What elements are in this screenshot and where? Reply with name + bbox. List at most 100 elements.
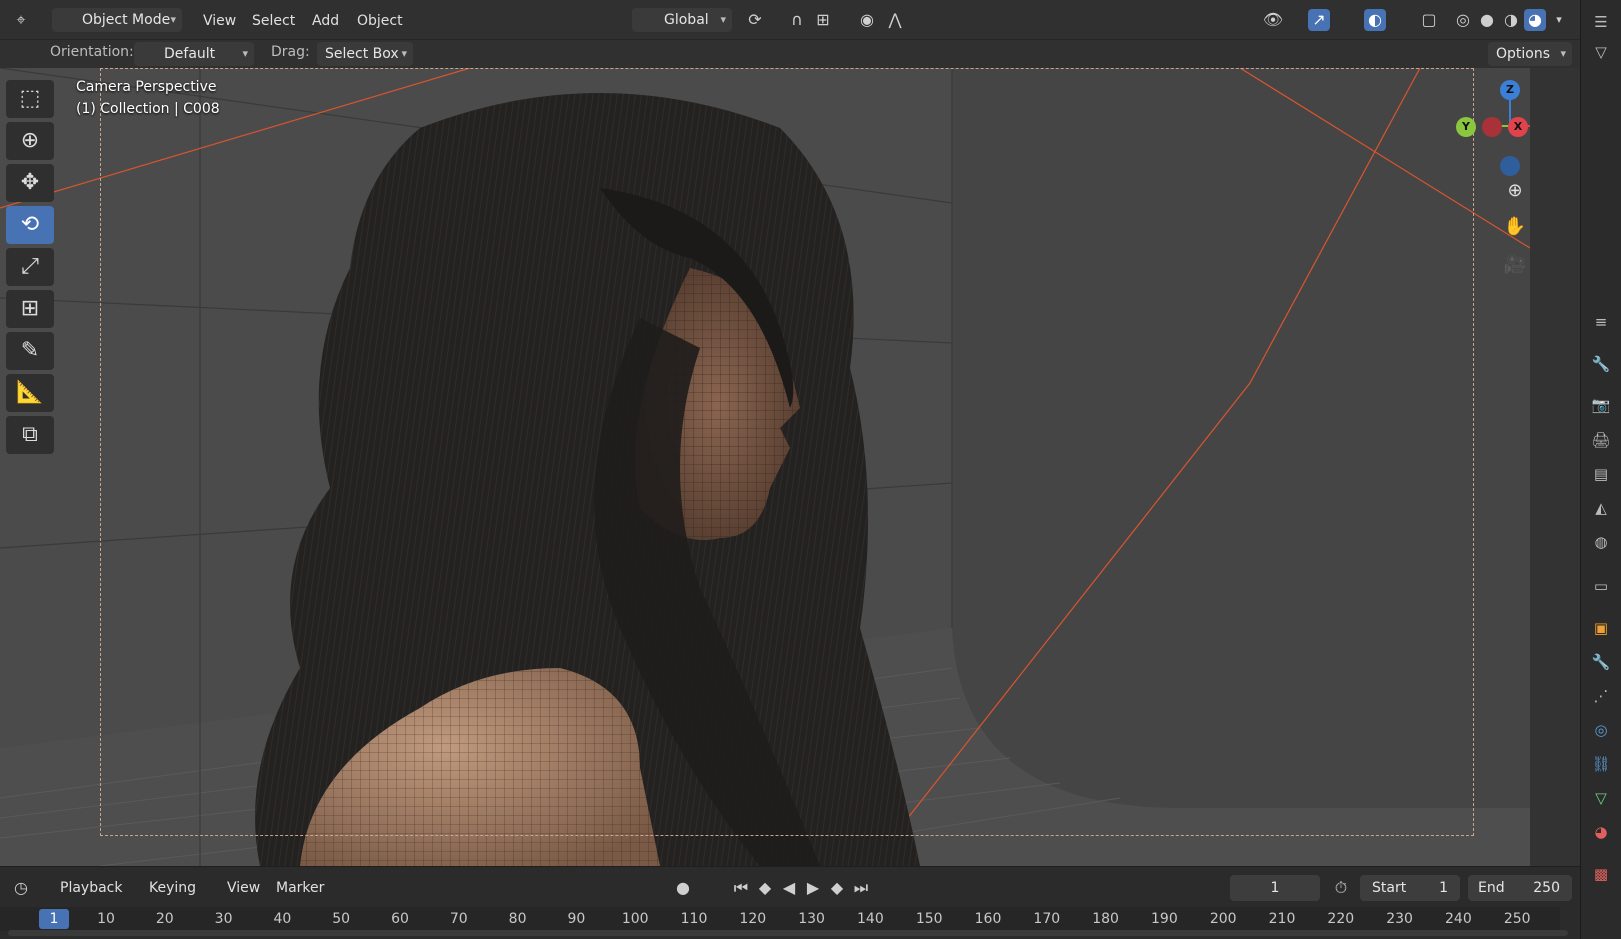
jump-end-icon[interactable]: ⏭	[850, 877, 872, 899]
options-dropdown[interactable]: Options ▾	[1488, 42, 1572, 66]
ruler-tick: 170	[1033, 911, 1061, 927]
gizmo-x-label: X	[1513, 120, 1523, 133]
jump-start-icon[interactable]: ⏮	[730, 877, 752, 899]
play-icon[interactable]: ▶	[802, 877, 824, 899]
tool-shelf: ⬚ ⊕ ✥ ⟲ ⤢ ⊞ ✎ 📐 ⧉	[6, 80, 54, 458]
render-tab-icon[interactable]: 📷	[1589, 393, 1613, 417]
editor-type-icon[interactable]: ◷	[10, 877, 32, 899]
physics-tab-icon[interactable]: ◎	[1589, 718, 1613, 742]
menu-keying[interactable]: Keying	[149, 877, 196, 899]
move-tool-icon[interactable]: ✥	[6, 164, 54, 202]
play-reverse-icon[interactable]: ◀	[778, 877, 800, 899]
view-layer-tab-icon[interactable]: ▤	[1589, 462, 1613, 486]
select-box-tool-icon[interactable]: ⬚	[6, 80, 54, 118]
material-tab-icon[interactable]: ◕	[1589, 820, 1613, 844]
timeline-scrollbar[interactable]	[8, 930, 1568, 936]
object-tab-icon[interactable]: ▣	[1589, 616, 1613, 640]
modifier-tab-icon[interactable]: 🔧	[1589, 650, 1613, 674]
camera-view-icon[interactable]: 🎥	[1500, 250, 1530, 280]
ruler-tick: 160	[974, 911, 1002, 927]
pan-hand-icon[interactable]: ✋	[1500, 212, 1530, 242]
ruler-tick: 60	[391, 911, 409, 927]
measure-tool-icon[interactable]: 📐	[6, 374, 54, 412]
current-frame-field[interactable]: 1	[1230, 875, 1320, 901]
wireframe-shading-icon[interactable]: ◎	[1452, 9, 1474, 31]
falloff-icon[interactable]: ⋀	[884, 9, 906, 31]
menu-select[interactable]: Select	[252, 10, 295, 32]
prev-keyframe-icon[interactable]: ◆	[754, 877, 776, 899]
gizmo-y-label: Y	[1462, 120, 1470, 133]
gizmo-toggle-icon[interactable]: ↗	[1308, 9, 1330, 31]
scene-tab-icon[interactable]: ◭	[1589, 496, 1613, 520]
gizmo-z-axis[interactable]: Z	[1500, 80, 1520, 100]
properties-editor-icon[interactable]: ≡	[1589, 310, 1613, 334]
tool-settings-bar: Orientation: Default ▾ Drag: Select Box …	[0, 40, 1580, 68]
ruler-tick: 90	[567, 911, 586, 927]
filter-icon[interactable]: ▽	[1589, 40, 1613, 64]
ruler-tick: 250	[1503, 911, 1531, 927]
editor-type-icon[interactable]: ⌖	[10, 9, 32, 31]
end-frame-field[interactable]: End 250	[1468, 875, 1572, 901]
pivot-point-icon[interactable]: ⟳	[744, 9, 766, 31]
tool-tab-icon[interactable]: 🔧	[1589, 352, 1613, 376]
snap-icon[interactable]: ∩	[786, 9, 808, 31]
solid-shading-icon[interactable]: ●	[1476, 9, 1498, 31]
ruler-tick: 80	[508, 911, 527, 927]
record-icon[interactable]: ●	[672, 877, 694, 899]
texture-tab-icon[interactable]: ▩	[1589, 862, 1613, 886]
zoom-icon[interactable]: ⊕	[1500, 176, 1530, 206]
particles-tab-icon[interactable]: ⋰	[1589, 684, 1613, 708]
menu-marker[interactable]: Marker	[276, 877, 324, 899]
current-frame-marker[interactable]: 1	[39, 909, 69, 929]
data-tab-icon[interactable]: ▽	[1589, 786, 1613, 810]
xray-icon[interactable]: ▢	[1418, 9, 1440, 31]
add-cube-tool-icon[interactable]: ⧉	[6, 416, 54, 454]
visibility-icon[interactable]: 👁	[1262, 9, 1284, 31]
outliner-editor-icon[interactable]: ☰	[1589, 10, 1613, 34]
gizmo-y-axis[interactable]: Y	[1456, 117, 1476, 137]
frame-ruler[interactable]: 1 10 20 30 40 50 60 70 80 90 100 110 120 130 140 150 160…	[0, 907, 1560, 931]
drag-dropdown[interactable]: Select Box ▾	[317, 42, 413, 66]
transform-tool-icon[interactable]: ⊞	[6, 290, 54, 328]
stopwatch-icon[interactable]: ⏱	[1330, 877, 1352, 899]
ruler-tick: 140	[857, 911, 884, 927]
menu-timeline-view[interactable]: View	[227, 877, 260, 899]
menu-playback[interactable]: Playback	[60, 877, 122, 899]
transform-orientation-dropdown[interactable]: Global ▾	[632, 8, 732, 32]
orientation-dropdown[interactable]: Default ▾	[134, 42, 254, 66]
view-name: Camera Perspective	[76, 79, 217, 95]
ruler-tick: 40	[273, 911, 292, 927]
snap-target-icon[interactable]: ⊞	[812, 9, 834, 31]
output-tab-icon[interactable]: 🖨	[1589, 428, 1613, 452]
constraints-tab-icon[interactable]: ⛓	[1589, 752, 1613, 776]
ruler-tick: 10	[97, 911, 115, 927]
menu-object[interactable]: Object	[357, 10, 403, 32]
chevron-down-icon: ▾	[170, 13, 176, 26]
rendered-shading-icon[interactable]: ◕	[1524, 9, 1546, 31]
menu-view[interactable]: View	[203, 10, 236, 32]
proportional-edit-icon[interactable]: ◉	[856, 9, 878, 31]
gizmo-x-axis[interactable]: X	[1508, 117, 1528, 137]
world-tab-icon[interactable]: ◍	[1589, 530, 1613, 554]
end-value: 250	[1533, 880, 1560, 896]
gizmo-neg-z-axis[interactable]	[1500, 156, 1520, 176]
cursor-tool-icon[interactable]: ⊕	[6, 122, 54, 160]
mode-dropdown[interactable]: Object Mode ▾	[52, 8, 182, 32]
properties-tab-strip: ☰ ▽ ≡ 🔧 📷 🖨 ▤ ◭ ◍ ▭ ▣ 🔧 ⋰ ◎ ⛓ ▽ ◕ ▩	[1580, 0, 1621, 939]
next-keyframe-icon[interactable]: ◆	[826, 877, 848, 899]
scale-tool-icon[interactable]: ⤢	[6, 248, 54, 286]
start-frame-field[interactable]: Start 1	[1360, 875, 1460, 901]
ruler-tick: 100	[621, 911, 649, 927]
annotate-tool-icon[interactable]: ✎	[6, 332, 54, 370]
ruler-tick: 110	[680, 911, 708, 927]
collection-tab-icon[interactable]: ▭	[1589, 574, 1613, 598]
end-label: End	[1478, 880, 1505, 896]
shading-options-icon[interactable]: ▾	[1548, 9, 1570, 31]
overlay-toggle-icon[interactable]: ◐	[1364, 9, 1386, 31]
rotate-tool-icon[interactable]: ⟲	[6, 206, 54, 244]
ruler-tick: 190	[1151, 911, 1178, 927]
gizmo-neg-x-axis[interactable]	[1482, 117, 1502, 137]
menu-add[interactable]: Add	[312, 10, 339, 32]
3d-viewport[interactable]: Camera Perspective (1) Collection | C008…	[0, 68, 1530, 866]
material-shading-icon[interactable]: ◑	[1500, 9, 1522, 31]
